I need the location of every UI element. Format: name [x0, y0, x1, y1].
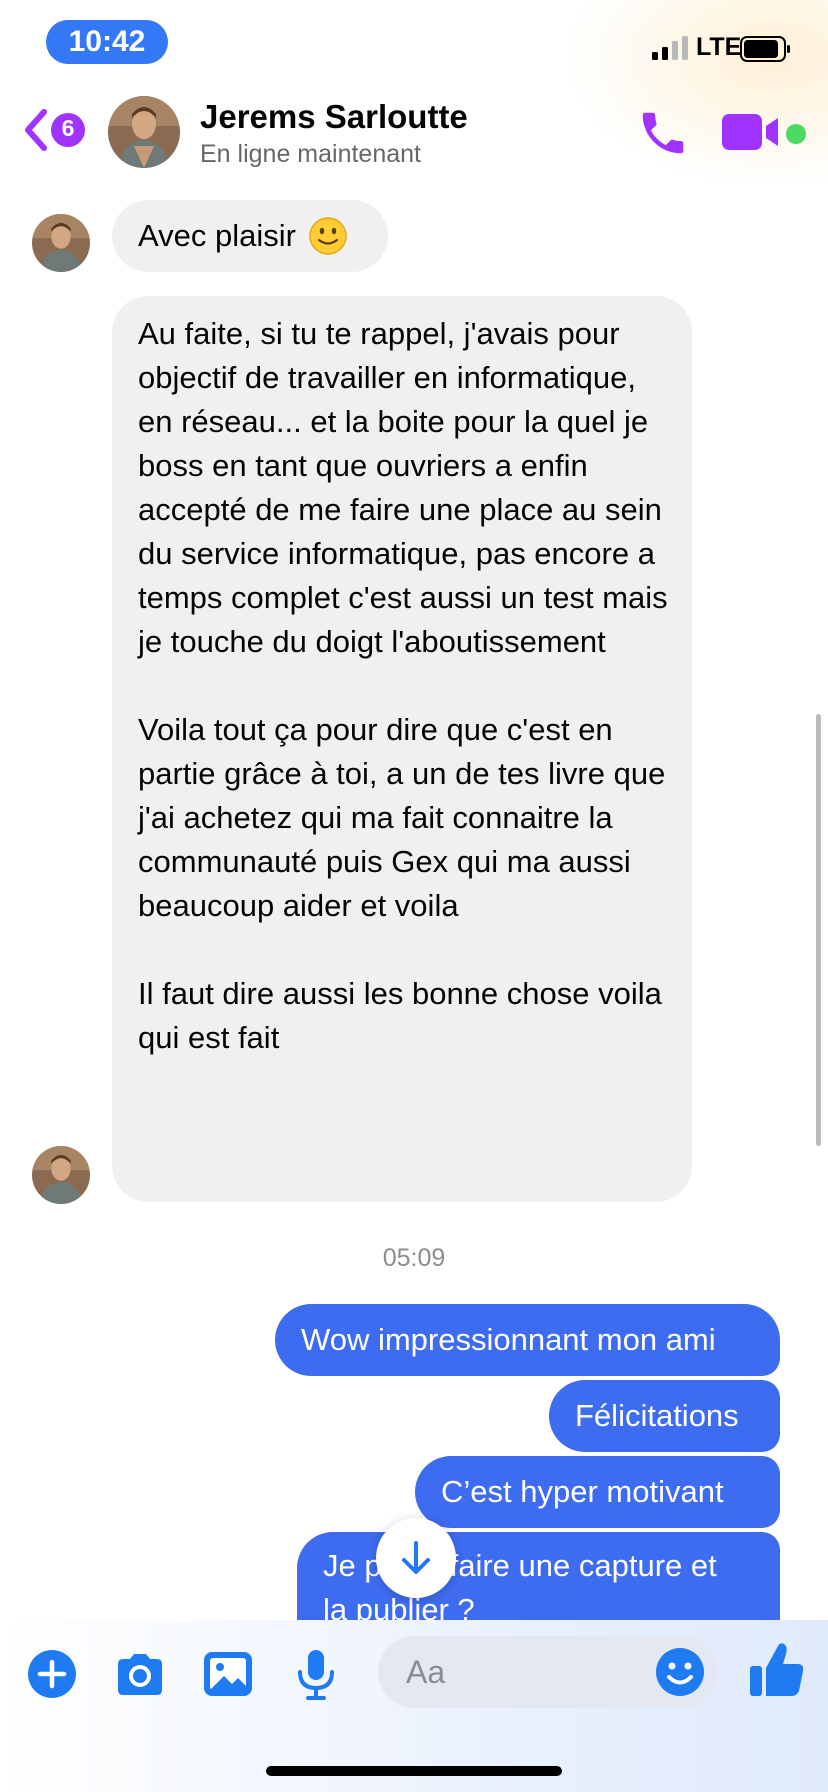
phone-icon	[642, 112, 684, 154]
message-bubble-outgoing[interactable]: Je p faire une capture et la publier ?	[297, 1532, 780, 1620]
add-button[interactable]	[24, 1646, 80, 1702]
contact-status: En ligne maintenant	[200, 140, 421, 168]
message-bubble-incoming[interactable]: Avec plaisir	[112, 200, 388, 272]
gallery-button[interactable]	[200, 1646, 256, 1702]
message-text: Félicitations	[575, 1398, 739, 1433]
message-input-placeholder: Aa	[406, 1654, 446, 1690]
unread-badge: 6	[61, 115, 75, 141]
video-call-button[interactable]	[722, 110, 784, 154]
camera-icon	[118, 1654, 162, 1695]
contact-name[interactable]: Jerems Sarloutte	[200, 98, 468, 136]
call-button[interactable]	[636, 106, 690, 160]
avatar-photo	[32, 214, 90, 272]
message-paragraph: Au faite, si tu te rappel, j'avais pour …	[138, 316, 668, 659]
message-bubble-outgoing[interactable]: C’est hyper motivant	[415, 1456, 780, 1528]
like-button[interactable]	[748, 1640, 806, 1700]
message-clip: Je p faire une capture et la publier ?	[297, 1532, 780, 1620]
network-label: LTE	[696, 33, 742, 61]
scroll-to-bottom-button[interactable]	[376, 1518, 456, 1598]
signal-icon	[652, 36, 688, 60]
sender-avatar[interactable]	[32, 1146, 90, 1204]
header-glow	[560, 0, 828, 190]
message-text: la publier ?	[323, 1592, 475, 1620]
arrow-down-icon	[402, 1541, 430, 1574]
battery-icon	[740, 36, 790, 62]
scrollbar[interactable]	[816, 714, 821, 1146]
video-camera-icon	[722, 114, 778, 150]
status-time: 10:42	[46, 20, 168, 64]
thumbs-up-icon	[750, 1643, 804, 1696]
camera-button[interactable]	[112, 1646, 168, 1702]
message-paragraph: Voila tout ça pour dire que c'est en par…	[138, 712, 666, 923]
plus-icon	[28, 1650, 76, 1698]
message-bubble-outgoing[interactable]: Félicitations	[549, 1380, 780, 1452]
message-timestamp: 05:09	[382, 1244, 446, 1272]
contact-avatar[interactable]	[108, 96, 180, 168]
message-text: Avec plaisir	[138, 218, 296, 253]
avatar-photo	[32, 1146, 90, 1204]
emoji-button[interactable]	[654, 1646, 706, 1698]
message-text: C’est hyper motivant	[441, 1474, 724, 1509]
message-text: Je p	[323, 1548, 382, 1583]
microphone-icon	[298, 1650, 334, 1700]
message-text: Wow impressionnant mon ami	[301, 1322, 716, 1357]
message-paragraph: Il faut dire aussi les bonne chose voila…	[138, 976, 662, 1055]
avatar-photo	[108, 96, 180, 168]
back-button[interactable]: 6	[22, 104, 88, 156]
smiley-icon	[656, 1648, 704, 1696]
online-indicator	[786, 124, 806, 144]
slightly-smiling-emoji-icon	[309, 217, 347, 255]
message-bubble-incoming-long[interactable]: Au faite, si tu te rappel, j'avais pour …	[112, 296, 692, 1202]
image-icon	[204, 1652, 252, 1696]
sender-avatar[interactable]	[32, 214, 90, 272]
microphone-button[interactable]	[288, 1646, 344, 1702]
message-text: faire une capture et	[449, 1548, 717, 1583]
home-indicator	[266, 1766, 562, 1776]
message-bubble-outgoing[interactable]: Wow impressionnant mon ami	[275, 1304, 780, 1376]
